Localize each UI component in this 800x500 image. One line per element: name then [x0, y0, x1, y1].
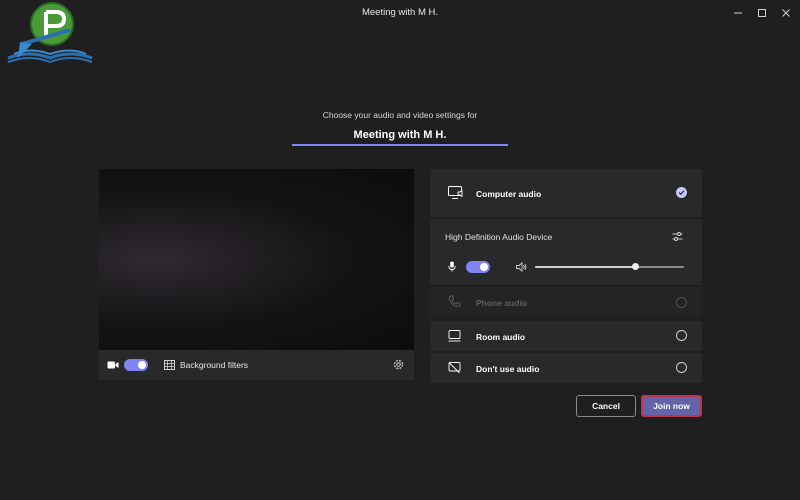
no-audio-label: Don't use audio	[476, 364, 540, 374]
title-bar: Meeting with M H.	[0, 0, 800, 26]
room-audio-label: Room audio	[476, 332, 526, 342]
phone-audio-option: Phone audio	[430, 287, 702, 317]
meeting-name-field[interactable]: Meeting with M H.	[292, 126, 508, 146]
phone-audio-radio	[676, 297, 687, 308]
gear-icon[interactable]	[392, 358, 405, 371]
audio-device-name[interactable]: High Definition Audio Device	[445, 232, 552, 242]
watermark-logo	[7, 2, 93, 64]
microphone-icon[interactable]	[448, 261, 456, 272]
maximize-button[interactable]	[752, 4, 772, 22]
computer-audio-option[interactable]: Computer audio	[430, 169, 702, 217]
microphone-toggle-knob	[480, 263, 488, 271]
camera-toggle-knob	[138, 361, 146, 369]
minimize-icon	[734, 12, 742, 14]
monitor-speaker-icon	[448, 186, 463, 199]
minimize-button[interactable]	[728, 4, 748, 22]
computer-audio-label: Computer audio	[476, 189, 542, 199]
microphone-toggle[interactable]	[466, 261, 490, 273]
no-audio-radio[interactable]	[676, 362, 687, 373]
room-display-icon	[448, 330, 461, 342]
maximize-icon	[758, 9, 766, 17]
phone-audio-label: Phone audio	[476, 298, 527, 308]
cancel-button[interactable]: Cancel	[576, 395, 636, 417]
close-icon	[782, 9, 790, 17]
computer-audio-selected-check	[676, 187, 687, 198]
device-settings-icon[interactable]	[672, 231, 683, 242]
camera-icon[interactable]	[107, 360, 119, 370]
camera-toggle[interactable]	[124, 359, 148, 371]
no-audio-option[interactable]: Don't use audio	[430, 353, 702, 383]
speaker-volume-thumb[interactable]	[631, 263, 639, 270]
phone-icon	[449, 295, 461, 307]
audio-device-section: High Definition Audio Device	[430, 219, 702, 285]
room-audio-radio[interactable]	[676, 330, 687, 341]
background-filters-icon[interactable]	[164, 360, 175, 370]
settings-prompt: Choose your audio and video settings for	[322, 110, 478, 120]
close-button[interactable]	[776, 4, 796, 22]
speaker-volume-fill	[535, 266, 635, 268]
window-title: Meeting with M H.	[361, 7, 439, 18]
video-controls-bar: Background filters	[99, 350, 414, 380]
checkmark-icon	[678, 190, 685, 196]
room-audio-option[interactable]: Room audio	[430, 321, 702, 351]
join-now-button[interactable]: Join now	[641, 395, 702, 417]
video-preview	[99, 169, 414, 350]
speaker-volume-icon	[516, 262, 527, 272]
speaker-volume-slider[interactable]	[535, 263, 684, 270]
background-filters-label[interactable]: Background filters	[180, 360, 248, 370]
no-audio-icon	[448, 362, 461, 374]
